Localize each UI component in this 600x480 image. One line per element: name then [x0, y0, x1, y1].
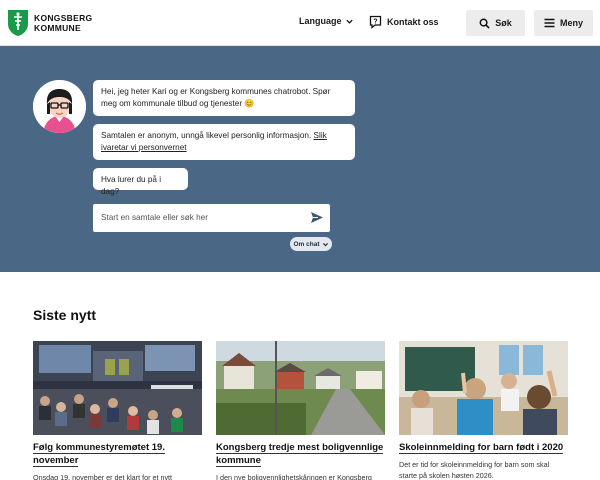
menu-button[interactable]: Meny	[534, 10, 593, 36]
news-card-image	[216, 341, 385, 435]
chat-message-question: Hva lurer du på i dag?	[93, 168, 188, 196]
search-button[interactable]: Søk	[466, 10, 525, 36]
logo-line-1: KONGSBERG	[34, 13, 93, 23]
news-card-text: Det er tid for skoleinnmelding for barn …	[399, 460, 550, 480]
chat-message-text: Hva lurer du på i dag?	[101, 175, 162, 196]
news-section-title: Siste nytt	[33, 307, 97, 323]
chatbot-avatar	[33, 80, 86, 133]
chat-input[interactable]: Start en samtale eller søk her	[93, 204, 330, 232]
chevron-down-icon	[345, 19, 353, 24]
search-label: Søk	[495, 18, 512, 28]
menu-label: Meny	[559, 18, 583, 28]
news-card-image	[33, 341, 202, 435]
logo-line-2: KOMMUNE	[34, 23, 81, 33]
coat-of-arms-icon	[8, 10, 28, 36]
contact-label: Kontakt oss	[387, 17, 439, 27]
language-selector[interactable]: Language	[299, 16, 354, 26]
chatbot-avatar-image	[33, 80, 86, 133]
news-card-title[interactable]: Følg kommunestyremøtet 19. november	[33, 441, 202, 467]
menu-icon	[544, 18, 555, 28]
svg-text:?: ?	[373, 18, 377, 25]
news-card-image	[399, 341, 568, 435]
chatbot-section: Hei, jeg heter Kari og er Kongsberg komm…	[0, 46, 600, 272]
chat-message-privacy: Samtalen er anonym, unngå likevel person…	[93, 124, 355, 160]
logo[interactable]: KONGSBERG KOMMUNE	[7, 9, 92, 37]
site-header: KONGSBERG KOMMUNE Language ? Kontakt oss…	[0, 0, 600, 46]
news-card[interactable]: Kongsberg tredje mest boligvennlige komm…	[216, 341, 385, 480]
language-label: Language	[299, 16, 342, 26]
contact-link[interactable]: ? Kontakt oss	[369, 15, 439, 29]
chat-input-placeholder: Start en samtale eller søk her	[101, 213, 208, 222]
chat-message-text: Hei, jeg heter Kari og er Kongsberg komm…	[101, 87, 331, 108]
send-icon[interactable]	[310, 211, 324, 224]
news-card-title[interactable]: Skoleinnmelding for barn født i 2020	[399, 441, 568, 454]
news-card-text: I den nye boligvennlighetskåringen er Ko…	[216, 473, 372, 480]
news-card[interactable]: Skoleinnmelding for barn født i 2020 Det…	[399, 341, 568, 480]
chat-message-greeting: Hei, jeg heter Kari og er Kongsberg komm…	[93, 80, 355, 116]
about-chat-button[interactable]: Om chat	[290, 237, 332, 251]
news-card-title[interactable]: Kongsberg tredje mest boligvennlige komm…	[216, 441, 385, 467]
search-icon	[479, 18, 490, 29]
news-card[interactable]: Følg kommunestyremøtet 19. november Onsd…	[33, 341, 202, 480]
question-chat-icon: ?	[369, 15, 382, 29]
chevron-down-icon	[322, 242, 328, 246]
about-chat-label: Om chat	[293, 240, 320, 248]
news-card-text: Onsdag 19. november er det klart for et …	[33, 473, 173, 480]
chat-message-text: Samtalen er anonym, unngå likevel person…	[101, 131, 312, 140]
